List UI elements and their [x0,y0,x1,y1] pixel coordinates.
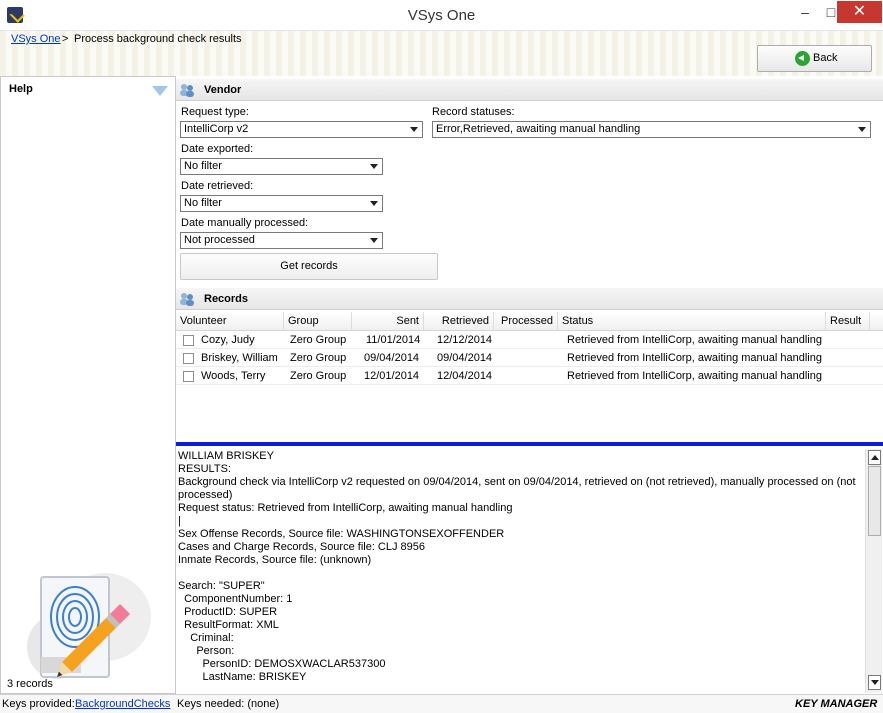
cell-volunteer: Cozy, Judy [201,334,255,346]
scroll-up-icon[interactable] [868,450,881,465]
chevron-down-icon [410,127,418,132]
record-statuses-select[interactable]: Error,Retrieved, awaiting manual handlin… [432,121,871,138]
date-manually-processed-value: Not processed [184,234,255,246]
close-button[interactable]: ✕ [837,1,882,23]
request-type-select[interactable]: IntelliCorp v2 [180,121,423,138]
cell-group: Zero Group [290,352,347,364]
records-section-title: Records [204,293,249,305]
column-header-result[interactable]: Result [826,312,870,331]
minimize-button[interactable]: – [791,1,819,23]
back-button[interactable]: Back [757,45,872,72]
records-grid: Volunteer Group Sent Retrieved Processed… [176,312,883,442]
cell-sent: 09/04/2014 [364,352,420,364]
get-records-button[interactable]: Get records [180,253,438,280]
row-checkbox[interactable] [183,335,194,346]
cell-sent: 12/01/2014 [364,370,420,382]
detail-text-area[interactable]: WILLIAM BRISKEY RESULTS: Background chec… [176,446,883,694]
key-manager-brand: KEY MANAGER [795,698,878,710]
back-arrow-icon [795,51,810,66]
record-count: 3 records [7,678,53,690]
date-exported-value: No filter [184,160,222,172]
date-manually-processed-label: Date manually processed: [181,217,309,229]
chevron-down-icon [370,201,378,206]
fingerprint-pencil-icon [27,573,151,679]
row-checkbox[interactable] [183,371,194,382]
people-icon [180,84,194,97]
column-header-retrieved[interactable]: Retrieved [424,312,494,331]
cell-status: Retrieved from IntelliCorp, awaiting man… [567,352,822,364]
people-icon [180,293,194,306]
table-row[interactable]: Woods, Terry Zero Group 12/01/2014 12/04… [176,367,883,385]
chevron-down-icon [370,238,378,243]
scroll-thumb[interactable] [868,466,881,536]
records-section-header: Records [176,288,883,310]
request-type-label: Request type: [181,106,249,118]
keys-provided-label: Keys provided: [2,698,75,710]
collapse-triangle-icon[interactable] [152,86,168,96]
record-statuses-value: Error,Retrieved, awaiting manual handlin… [436,123,641,135]
row-checkbox[interactable] [183,353,194,364]
window-title: VSys One [407,7,476,24]
keys-provided-link[interactable]: BackgroundChecks [75,698,170,710]
cell-status: Retrieved from IntelliCorp, awaiting man… [567,334,822,346]
vendor-section-title: Vendor [204,84,242,96]
column-header-group[interactable]: Group [284,312,352,331]
help-panel: Help 3 records [0,76,176,694]
table-row[interactable]: Cozy, Judy Zero Group 11/01/2014 12/12/2… [176,331,883,349]
breadcrumb-home-link[interactable]: VSys One [11,33,61,45]
title-bar: VSys One – □ ✕ [0,0,883,31]
cell-retrieved: 12/04/2014 [437,370,493,382]
back-button-label: Back [813,52,838,64]
vendor-section-header: Vendor [176,79,883,101]
breadcrumb-current: Process background check results [74,33,242,45]
cell-group: Zero Group [290,334,347,346]
date-retrieved-label: Date retrieved: [181,180,254,192]
date-exported-select[interactable]: No filter [180,158,383,175]
breadcrumb-separator: > [62,33,69,45]
column-header-volunteer[interactable]: Volunteer [176,312,284,331]
detail-text: WILLIAM BRISKEY RESULTS: Background chec… [178,450,856,683]
date-manually-processed-select[interactable]: Not processed [180,232,383,249]
column-header-sent[interactable]: Sent [352,312,424,331]
request-type-value: IntelliCorp v2 [184,123,249,135]
date-retrieved-select[interactable]: No filter [180,195,383,212]
cell-group: Zero Group [290,370,347,382]
status-bar: Keys provided: BackgroundChecks Keys nee… [0,694,883,713]
cell-volunteer: Briskey, William [201,352,278,364]
cell-sent: 11/01/2014 [366,334,421,346]
grid-header: Volunteer Group Sent Retrieved Processed… [176,312,883,331]
table-row[interactable]: Briskey, William Zero Group 09/04/2014 0… [176,349,883,367]
cell-retrieved: 09/04/2014 [437,352,493,364]
scroll-down-icon[interactable] [868,675,881,690]
cell-retrieved: 12/12/2014 [437,334,493,346]
column-header-status[interactable]: Status [558,312,826,331]
chevron-down-icon [858,127,866,132]
chevron-down-icon [370,164,378,169]
date-retrieved-value: No filter [184,197,222,209]
record-statuses-label: Record statuses: [432,106,515,118]
cell-status: Retrieved from IntelliCorp, awaiting man… [567,370,822,382]
date-exported-label: Date exported: [181,143,254,155]
detail-scrollbar[interactable] [865,449,882,693]
column-header-processed[interactable]: Processed [494,312,558,331]
cell-volunteer: Woods, Terry [201,370,266,382]
help-title: Help [9,83,33,95]
header-band: VSys One > Process background check resu… [0,31,883,76]
keys-needed-label: Keys needed: (none) [177,698,280,710]
